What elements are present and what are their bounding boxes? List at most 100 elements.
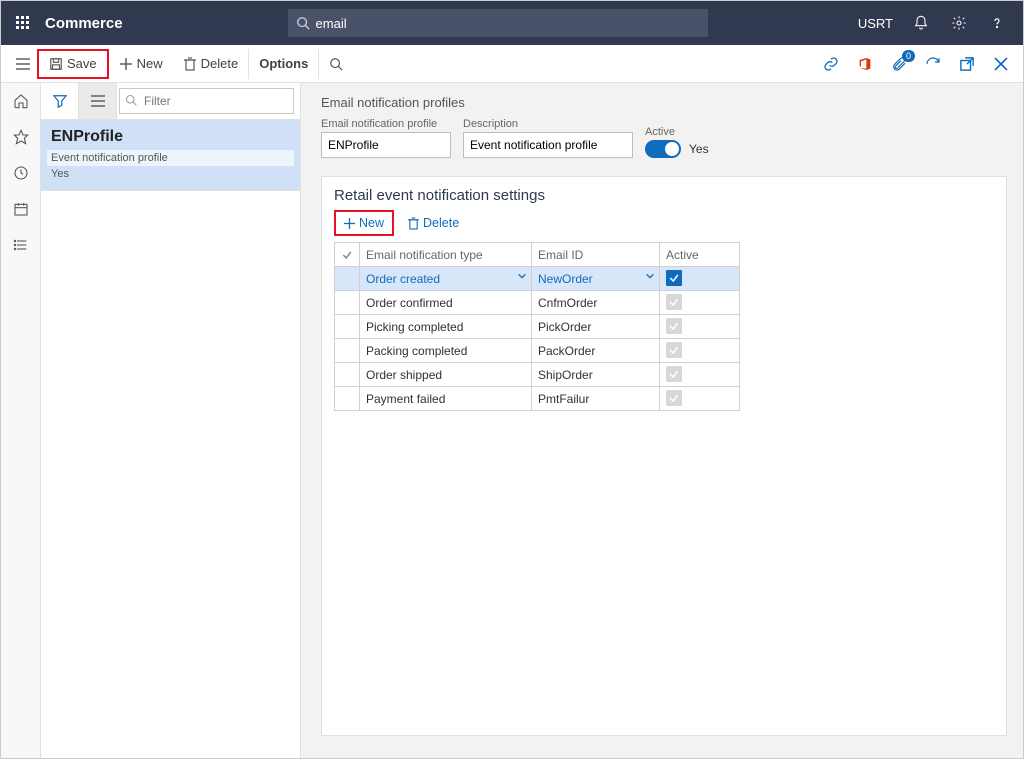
row-marker[interactable] (335, 363, 360, 387)
cell-type[interactable]: Order confirmed (360, 291, 532, 315)
active-checkbox[interactable] (666, 270, 682, 286)
table-row[interactable]: Payment failedPmtFailur (335, 387, 740, 411)
new-label: New (137, 56, 163, 71)
row-marker[interactable] (335, 291, 360, 315)
active-checkbox[interactable] (666, 294, 682, 310)
profile-input[interactable] (321, 132, 451, 158)
search-input[interactable] (316, 16, 700, 31)
profile-label: Email notification profile (321, 118, 451, 130)
calendar-icon[interactable] (9, 197, 33, 221)
panel-delete-button[interactable]: Delete (400, 210, 467, 236)
trash-icon (183, 57, 197, 71)
table-row[interactable]: Order createdNewOrder (335, 267, 740, 291)
col-type-header[interactable]: Email notification type (360, 243, 532, 267)
header-fields: Email notification profile Description A… (321, 118, 1007, 158)
panel-new-button[interactable]: New (334, 210, 394, 236)
app-title: Commerce (45, 15, 123, 32)
save-label: Save (67, 56, 97, 71)
delete-label: Delete (201, 56, 239, 71)
active-toggle[interactable] (645, 140, 681, 158)
badge-count: 0 (902, 50, 915, 62)
left-rail (1, 83, 41, 758)
find-button[interactable] (319, 49, 353, 79)
list-item[interactable]: ENProfile Event notification profile Yes (41, 120, 300, 191)
panel-new-label: New (359, 216, 384, 230)
gear-icon[interactable] (949, 13, 969, 33)
office-icon[interactable] (855, 54, 875, 74)
hamburger-icon[interactable] (9, 49, 37, 79)
help-icon[interactable] (987, 13, 1007, 33)
cell-active[interactable] (660, 315, 740, 339)
cell-active[interactable] (660, 291, 740, 315)
description-input[interactable] (463, 132, 633, 158)
list-view-icon[interactable] (79, 83, 117, 119)
cell-id[interactable]: PackOrder (532, 339, 660, 363)
close-icon[interactable] (991, 54, 1011, 74)
filter-icon[interactable] (41, 83, 79, 119)
col-id-header[interactable]: Email ID (532, 243, 660, 267)
popout-icon[interactable] (957, 54, 977, 74)
cell-id[interactable]: PmtFailur (532, 387, 660, 411)
cell-type[interactable]: Packing completed (360, 339, 532, 363)
active-checkbox[interactable] (666, 390, 682, 406)
cell-type[interactable]: Order created (360, 267, 532, 291)
topbar: Commerce USRT (1, 1, 1023, 45)
star-icon[interactable] (9, 125, 33, 149)
main: ENProfile Event notification profile Yes… (1, 83, 1023, 758)
content: Email notification profiles Email notifi… (301, 83, 1023, 758)
table-row[interactable]: Picking completedPickOrder (335, 315, 740, 339)
list-icon[interactable] (9, 233, 33, 257)
cell-id[interactable]: CnfmOrder (532, 291, 660, 315)
card-active: Yes (51, 168, 290, 180)
topbar-right: USRT (858, 13, 1015, 33)
active-checkbox[interactable] (666, 366, 682, 382)
active-checkbox[interactable] (666, 318, 682, 334)
app-launcher-icon[interactable] (9, 9, 37, 37)
delete-button[interactable]: Delete (173, 49, 250, 79)
link-icon[interactable] (821, 54, 841, 74)
list-column: ENProfile Event notification profile Yes (41, 83, 301, 758)
page-title: Email notification profiles (321, 95, 1007, 110)
card-description: Event notification profile (47, 150, 294, 166)
active-checkbox[interactable] (666, 342, 682, 358)
new-button[interactable]: New (109, 49, 173, 79)
cell-id[interactable]: PickOrder (532, 315, 660, 339)
row-marker[interactable] (335, 339, 360, 363)
bell-icon[interactable] (911, 13, 931, 33)
description-label: Description (463, 118, 633, 130)
options-button[interactable]: Options (249, 49, 319, 79)
refresh-icon[interactable] (923, 54, 943, 74)
row-marker[interactable] (335, 387, 360, 411)
col-active-header[interactable]: Active (660, 243, 740, 267)
options-label: Options (259, 56, 308, 71)
filter-input[interactable] (119, 88, 294, 114)
user-label[interactable]: USRT (858, 16, 893, 31)
cell-id[interactable]: ShipOrder (532, 363, 660, 387)
cell-active[interactable] (660, 387, 740, 411)
cell-active[interactable] (660, 363, 740, 387)
select-all-header[interactable] (335, 243, 360, 267)
attachments-icon[interactable]: 0 (889, 54, 909, 74)
home-icon[interactable] (9, 89, 33, 113)
table-row[interactable]: Order shippedShipOrder (335, 363, 740, 387)
cell-active[interactable] (660, 267, 740, 291)
row-marker[interactable] (335, 267, 360, 291)
cell-type[interactable]: Payment failed (360, 387, 532, 411)
table-row[interactable]: Packing completedPackOrder (335, 339, 740, 363)
active-text: Yes (689, 142, 709, 156)
clock-icon[interactable] (9, 161, 33, 185)
search-box[interactable] (288, 9, 708, 37)
cell-active[interactable] (660, 339, 740, 363)
cell-id[interactable]: NewOrder (532, 267, 660, 291)
panel-delete-label: Delete (423, 216, 459, 230)
cell-type[interactable]: Picking completed (360, 315, 532, 339)
row-marker[interactable] (335, 315, 360, 339)
chevron-down-icon[interactable] (517, 271, 527, 281)
cell-type[interactable]: Order shipped (360, 363, 532, 387)
table-row[interactable]: Order confirmedCnfmOrder (335, 291, 740, 315)
list-tools (41, 83, 300, 120)
save-button[interactable]: Save (37, 49, 109, 79)
command-bar: Save New Delete Options 0 (1, 45, 1023, 83)
settings-panel: Retail event notification settings New D… (321, 176, 1007, 736)
chevron-down-icon[interactable] (645, 271, 655, 281)
